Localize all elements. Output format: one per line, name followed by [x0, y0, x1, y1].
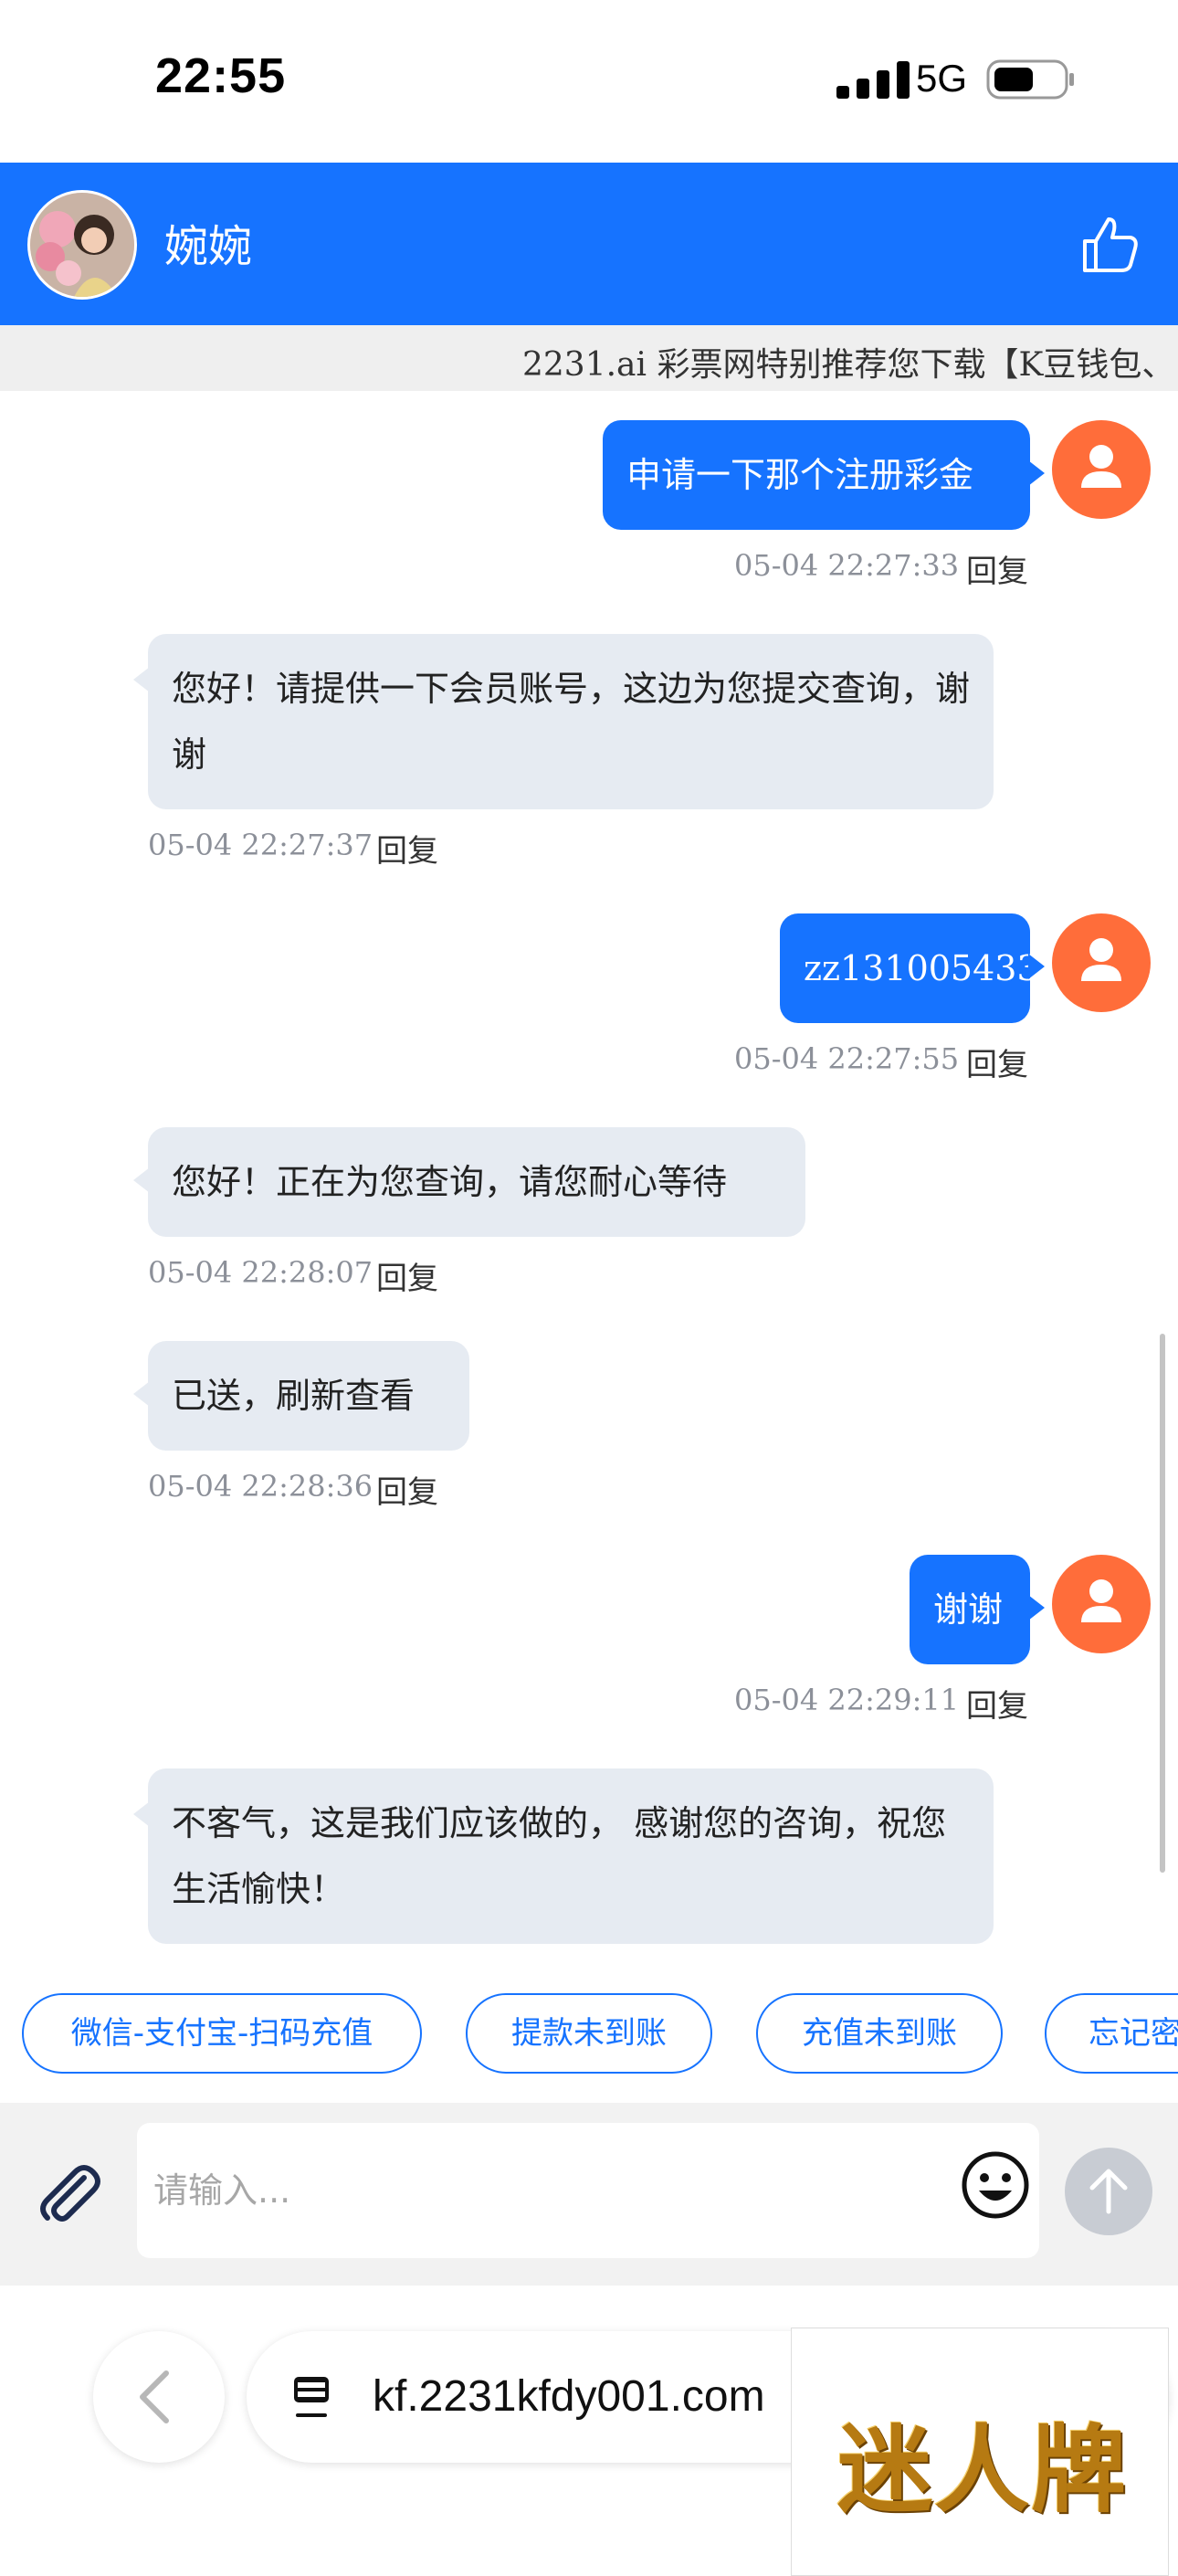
signal-icon: [836, 61, 910, 99]
tabs-icon: [294, 2377, 329, 2417]
watermark-logo: 迷人牌: [791, 2328, 1169, 2576]
chevron-left-icon: [140, 2370, 169, 2423]
message-timestamp: 05-04 22:27:33: [734, 548, 960, 583]
message-timestamp: 05-04 22:27:55: [734, 1041, 960, 1076]
bubble-tail: [133, 1801, 150, 1827]
paperclip-icon[interactable]: [33, 2158, 106, 2231]
quick-reply-chip[interactable]: 提款未到账: [466, 1993, 712, 2074]
agent-name: 婉婉: [164, 221, 253, 272]
reply-link[interactable]: 回复: [966, 1040, 1028, 1084]
user-avatar: [1052, 913, 1151, 1012]
message-bubble: 不客气，这是我们应该做的， 感谢您的咨询，祝您生活愉快！: [148, 1768, 994, 1944]
battery-icon: [986, 59, 1074, 100]
status-time: 22:55: [155, 48, 287, 103]
reply-link[interactable]: 回复: [966, 546, 1028, 591]
agent-avatar[interactable]: [27, 190, 137, 300]
reply-link[interactable]: 回复: [966, 1681, 1028, 1726]
emoji-icon[interactable]: [959, 2148, 1032, 2222]
reply-link[interactable]: 回复: [376, 826, 438, 871]
user-icon: [1081, 938, 1121, 981]
chat-scrollbar[interactable]: [1160, 1334, 1165, 1873]
bubble-tail: [133, 1381, 150, 1407]
message-bubble: 您好！请提供一下会员账号，这边为您提交查询，谢谢: [148, 634, 994, 809]
message-timestamp: 05-04 22:28:36: [148, 1469, 373, 1504]
bubble-tail: [1028, 460, 1045, 486]
reply-link[interactable]: 回复: [376, 1467, 438, 1512]
network-type: 5G: [916, 57, 968, 100]
user-avatar: [1052, 1555, 1151, 1653]
bubble-tail: [1028, 954, 1045, 979]
message-bubble: zz131005433: [780, 913, 1039, 1023]
reply-link[interactable]: 回复: [376, 1253, 438, 1298]
message-bubble: 谢谢: [910, 1555, 1030, 1664]
message-timestamp: 05-04 22:27:37: [148, 828, 373, 862]
quick-reply-chip[interactable]: 忘记密: [1045, 1993, 1178, 2074]
bubble-tail: [1028, 1595, 1045, 1621]
arrow-up-icon: [1089, 2169, 1128, 2214]
quick-reply-chip[interactable]: 充值未到账: [756, 1993, 1003, 2074]
bubble-tail: [133, 667, 150, 692]
announcement-text: 2231.ai 彩票网特别推荐您下载【K豆钱包、: [522, 346, 1175, 384]
announcement-marquee: 2231.ai 彩票网特别推荐您下载【K豆钱包、: [0, 325, 1178, 391]
quick-reply-chip[interactable]: 微信-支付宝-扫码充值: [22, 1993, 422, 2074]
message-input[interactable]: [137, 2123, 1039, 2258]
message-bubble: 申请一下那个注册彩金: [603, 420, 1030, 530]
bubble-tail: [133, 1167, 150, 1193]
message-timestamp: 05-04 22:29:11: [734, 1683, 960, 1717]
user-icon: [1081, 445, 1121, 488]
send-button[interactable]: [1065, 2148, 1152, 2235]
message-timestamp: 05-04 22:28:07: [148, 1255, 373, 1290]
user-icon: [1081, 1579, 1121, 1622]
thumbs-up-icon[interactable]: [1078, 212, 1143, 278]
url-text: kf.2231kfdy001.com: [373, 2372, 765, 2421]
message-bubble: 您好！正在为您查询，请您耐心等待: [148, 1127, 805, 1237]
watermark-text: 迷人牌: [837, 2413, 1129, 2526]
browser-back-button[interactable]: [93, 2331, 225, 2463]
user-avatar: [1052, 420, 1151, 519]
message-bubble: 已送，刷新查看: [148, 1341, 469, 1451]
